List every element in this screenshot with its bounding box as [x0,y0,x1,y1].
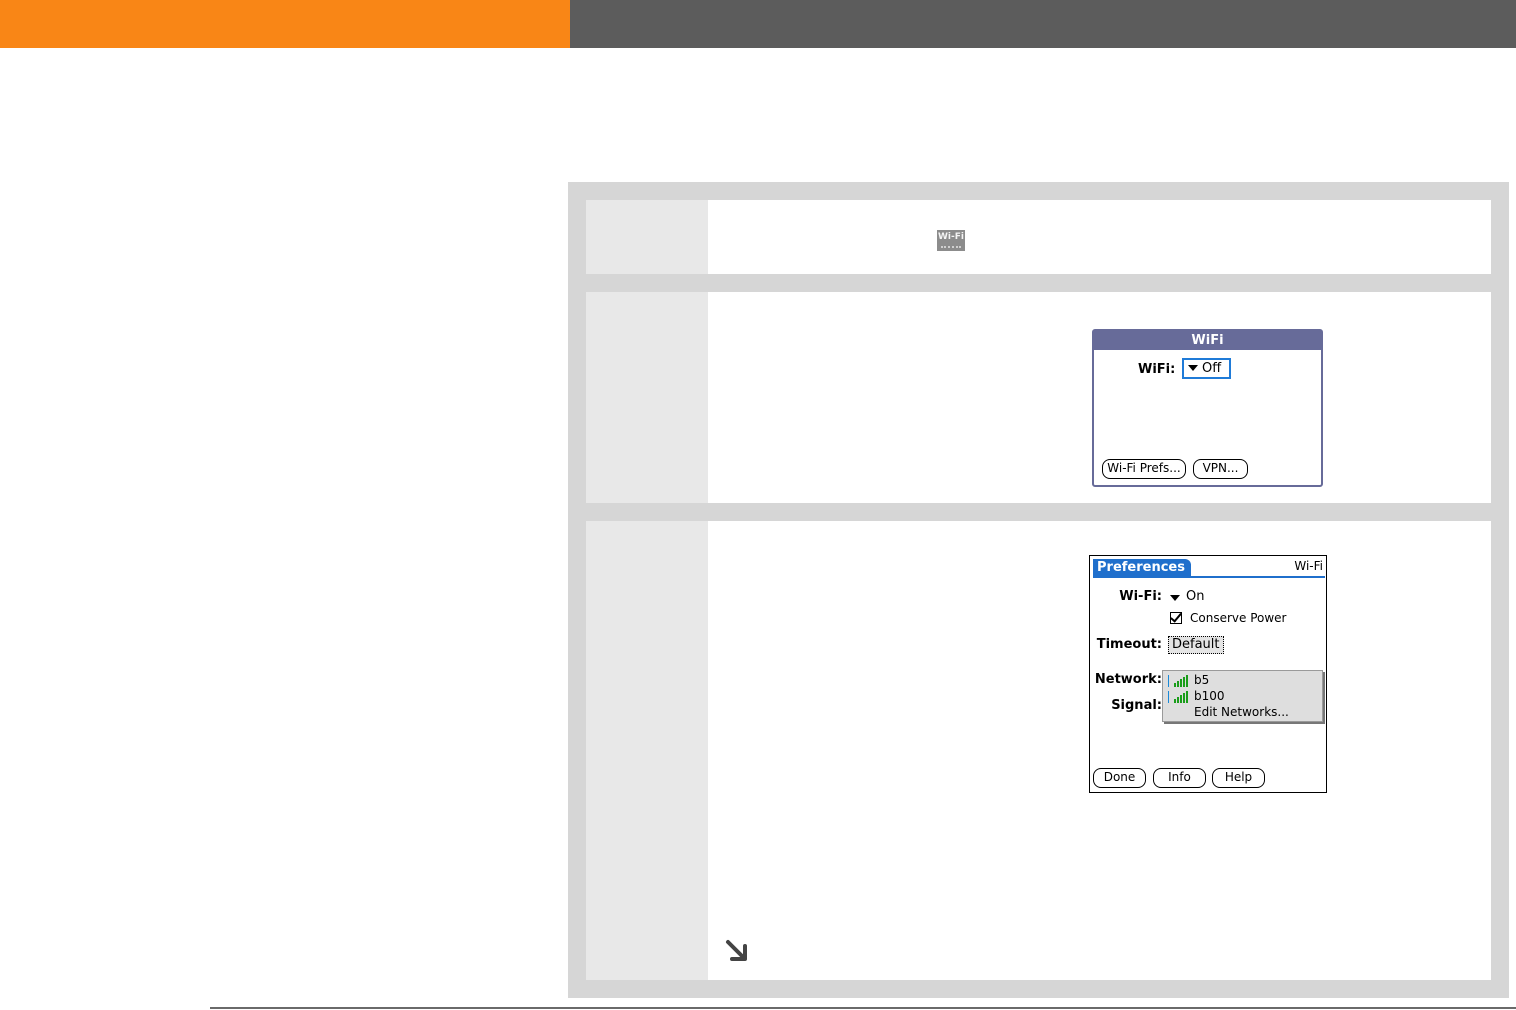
wifi-dialog-title: WiFi [1094,331,1321,350]
vpn-button[interactable]: VPN... [1193,459,1248,479]
network-list-popup: b5 b100 Edit Networks... [1162,670,1323,722]
conserve-power-label: Conserve Power [1190,611,1287,625]
step-1: Wi-Fi [586,200,1491,274]
timeout-selector[interactable]: Default [1168,636,1224,654]
step-body: Wi-Fi [708,200,1491,274]
network-name: b5 [1194,673,1210,687]
wifi-label: Wi-Fi: [1119,589,1162,604]
checkbox-checked-icon[interactable] [1170,612,1182,624]
info-button[interactable]: Info [1153,768,1206,788]
step-number-cell [586,521,708,980]
header-orange-block [0,0,570,48]
wifi-icon-label: Wi-Fi [938,232,964,242]
step-2 [586,292,1491,503]
step-number-cell [586,200,708,274]
tab-underline [1093,576,1325,578]
top-header-bar [0,0,1516,48]
panel-name[interactable]: Wi-Fi [1294,559,1323,573]
preferences-tab: Preferences [1093,559,1191,577]
step-number-cell [586,292,708,503]
wifi-dialog-screenshot: WiFi WiFi: Off Wi-Fi Prefs... VPN... [1092,329,1323,487]
network-name: b100 [1194,689,1225,703]
wifi-label: WiFi: [1138,362,1176,377]
wifi-prefs-button[interactable]: Wi-Fi Prefs... [1102,459,1186,479]
continue-arrow-icon[interactable] [724,938,750,964]
network-label: Network: [1094,672,1162,687]
header-gray-block [570,0,1516,48]
help-button[interactable]: Help [1212,768,1265,788]
dropdown-triangle-icon [1188,365,1198,371]
timeout-label: Timeout: [1096,637,1162,652]
footer-rule [210,1007,1516,1009]
signal-label: Signal: [1111,698,1162,713]
done-button[interactable]: Done [1093,768,1146,788]
dropdown-triangle-icon [1170,595,1180,601]
step-3 [586,521,1491,980]
signal-strength-icon [1167,675,1189,687]
wifi-picker[interactable]: Off [1182,358,1231,379]
edit-networks-item[interactable]: Edit Networks... [1194,705,1289,719]
wifi-picker-value[interactable]: On [1186,589,1204,604]
signal-strength-icon [1167,691,1189,703]
wifi-preferences-screenshot: Preferences Wi-Fi Wi-Fi: On Conserve Pow… [1089,555,1327,793]
steps-panel: Wi-Fi [568,182,1509,998]
wifi-icon: Wi-Fi [937,230,965,251]
wifi-picker-value: Off [1202,361,1222,376]
